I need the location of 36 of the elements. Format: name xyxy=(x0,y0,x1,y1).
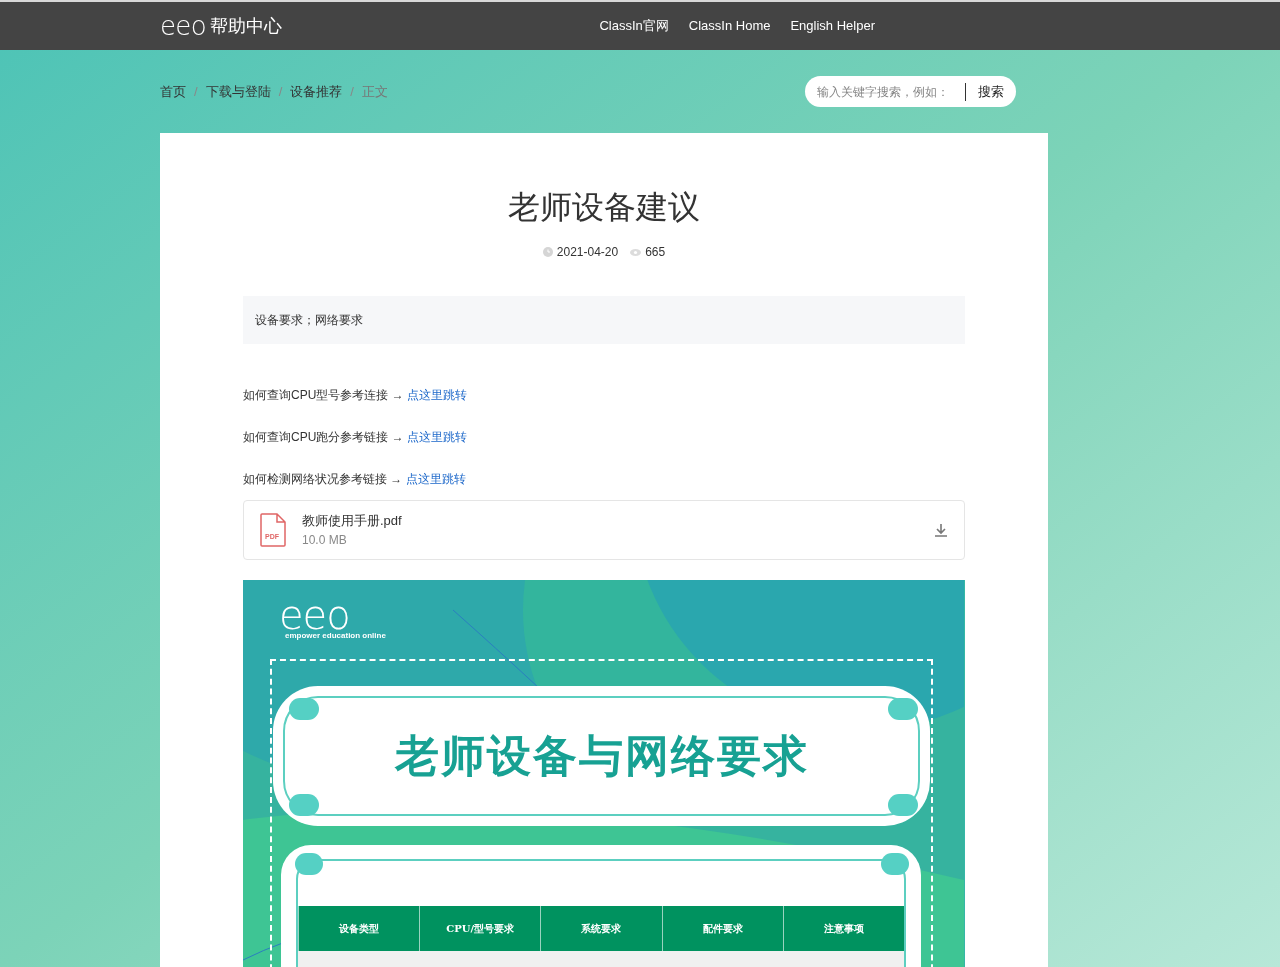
infographic-tagline: empower education online xyxy=(285,632,387,640)
file-name: 教师使用手册.pdf xyxy=(302,512,403,531)
article-summary: 设备要求；网络要求 xyxy=(255,312,363,329)
breadcrumb-link[interactable]: 设备推荐 xyxy=(290,81,343,102)
site-title: 帮助中心 xyxy=(209,14,282,38)
jump-link[interactable]: 点这里跳转 xyxy=(407,430,467,444)
article-title: 老师设备建议 xyxy=(507,188,701,227)
breadcrumb-separator: / xyxy=(194,82,198,101)
breadcrumb-link[interactable]: 下载与登陆 xyxy=(205,81,271,102)
view-count: 665 xyxy=(645,244,666,261)
column-header: 注意事项 xyxy=(823,922,864,936)
download-icon[interactable] xyxy=(934,523,948,537)
eye-icon xyxy=(630,248,642,256)
pdf-file-icon xyxy=(260,513,286,547)
column-header: 配件要求 xyxy=(702,922,743,936)
breadcrumb-separator: / xyxy=(278,82,283,101)
search-field[interactable]: 输入关键字搜索，例如： xyxy=(805,76,965,107)
column-header: 系统要求 xyxy=(581,922,622,936)
link-paragraph: 如何查询CPU型号参考连接 → 点这里跳转 xyxy=(243,387,468,404)
column-header: CPU/型号要求 xyxy=(446,922,515,936)
breadcrumb-link[interactable]: 首页 xyxy=(160,81,186,102)
nav-link[interactable]: English Helper xyxy=(790,16,875,36)
jump-link[interactable]: 点这里跳转 xyxy=(405,472,466,486)
link-paragraph: 如何检测网络状况参考链接 → 点这里跳转 xyxy=(243,471,467,488)
infographic-title: 老师设备与网络要求 xyxy=(394,730,809,782)
publish-date: 2021-04-20 xyxy=(556,244,619,261)
link-paragraph: 如何查询CPU跑分参考链接 → 点这里跳转 xyxy=(243,429,468,446)
nav-link[interactable]: ClassIn Home xyxy=(688,16,771,36)
breadcrumb-separator: / xyxy=(350,82,354,101)
nav-link[interactable]: ClassIn官网 xyxy=(599,16,669,36)
column-header: 设备类型 xyxy=(339,922,380,936)
logo[interactable]: eeo xyxy=(160,13,206,39)
file-size: 10.0 MB xyxy=(302,531,348,549)
jump-link[interactable]: 点这里跳转 xyxy=(407,388,467,402)
search-button[interactable]: 搜索 xyxy=(966,76,1016,107)
clock-icon xyxy=(542,247,553,257)
